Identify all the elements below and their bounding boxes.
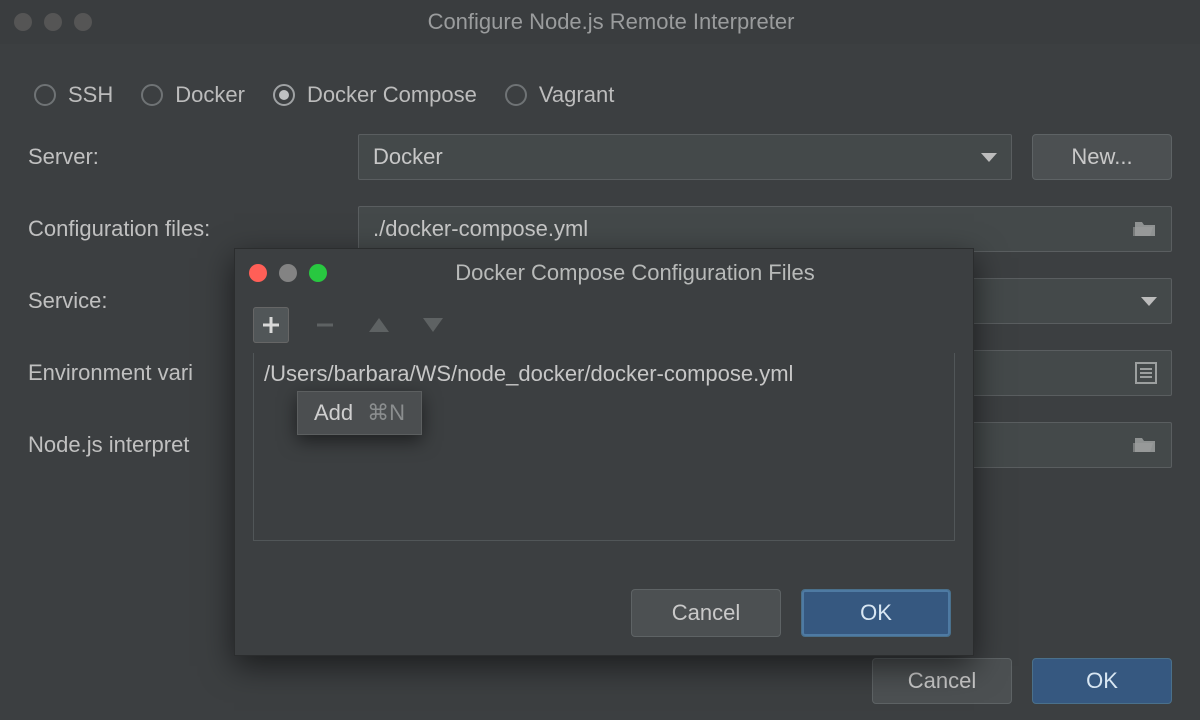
tooltip-shortcut: ⌘N <box>367 400 405 426</box>
modal-titlebar: Docker Compose Configuration Files <box>235 249 973 297</box>
row-config-files: Configuration files: ./docker-compose.ym… <box>28 206 1172 252</box>
ok-label: OK <box>1086 668 1118 694</box>
move-down-button[interactable] <box>415 307 451 343</box>
interpreter-type-radios: SSH Docker Docker Compose Vagrant <box>34 82 1172 108</box>
label-config-files: Configuration files: <box>28 216 358 242</box>
chevron-down-icon <box>981 153 997 162</box>
label-server: Server: <box>28 144 358 170</box>
modal-title: Docker Compose Configuration Files <box>311 260 959 286</box>
add-button[interactable] <box>253 307 289 343</box>
modal-footer: Cancel OK <box>631 589 951 637</box>
radio-icon <box>34 84 56 106</box>
radio-label: Docker <box>175 82 245 108</box>
radio-icon <box>141 84 163 106</box>
radio-icon <box>505 84 527 106</box>
radio-label: SSH <box>68 82 113 108</box>
config-files-dialog: Docker Compose Configuration Files /User… <box>234 248 974 656</box>
row-server: Server: Docker New... <box>28 134 1172 180</box>
radio-icon <box>273 84 295 106</box>
server-dropdown[interactable]: Docker <box>358 134 1012 180</box>
folder-open-icon[interactable] <box>1133 435 1157 455</box>
radio-docker-compose[interactable]: Docker Compose <box>273 82 477 108</box>
dialog-footer: Cancel OK <box>872 658 1172 704</box>
modal-toolbar <box>235 297 973 349</box>
minus-icon <box>315 315 335 335</box>
triangle-down-icon <box>423 318 443 332</box>
modal-ok-label: OK <box>860 600 892 626</box>
new-button-label: New... <box>1071 144 1132 170</box>
radio-ssh[interactable]: SSH <box>34 82 113 108</box>
list-item[interactable]: /Users/barbara/WS/node_docker/docker-com… <box>264 361 944 387</box>
move-up-button[interactable] <box>361 307 397 343</box>
new-server-button[interactable]: New... <box>1032 134 1172 180</box>
radio-label: Vagrant <box>539 82 614 108</box>
modal-cancel-label: Cancel <box>672 600 740 626</box>
tooltip-label: Add <box>314 400 353 426</box>
cancel-label: Cancel <box>908 668 976 694</box>
config-files-field[interactable]: ./docker-compose.yml <box>358 206 1172 252</box>
titlebar: Configure Node.js Remote Interpreter <box>0 0 1200 44</box>
close-icon[interactable] <box>249 264 267 282</box>
list-icon[interactable] <box>1135 362 1157 384</box>
close-icon[interactable] <box>14 13 32 31</box>
config-files-value: ./docker-compose.yml <box>373 216 588 242</box>
server-value: Docker <box>373 144 443 170</box>
window-title: Configure Node.js Remote Interpreter <box>36 9 1186 35</box>
radio-vagrant[interactable]: Vagrant <box>505 82 614 108</box>
radio-label: Docker Compose <box>307 82 477 108</box>
chevron-down-icon <box>1141 297 1157 306</box>
radio-docker[interactable]: Docker <box>141 82 245 108</box>
triangle-up-icon <box>369 318 389 332</box>
ok-button[interactable]: OK <box>1032 658 1172 704</box>
plus-icon <box>261 315 281 335</box>
modal-cancel-button[interactable]: Cancel <box>631 589 781 637</box>
file-list[interactable]: /Users/barbara/WS/node_docker/docker-com… <box>253 353 955 541</box>
remove-button[interactable] <box>307 307 343 343</box>
modal-ok-button[interactable]: OK <box>801 589 951 637</box>
cancel-button[interactable]: Cancel <box>872 658 1012 704</box>
add-tooltip: Add ⌘N <box>297 391 422 435</box>
folder-open-icon[interactable] <box>1133 219 1157 239</box>
minimize-icon[interactable] <box>279 264 297 282</box>
